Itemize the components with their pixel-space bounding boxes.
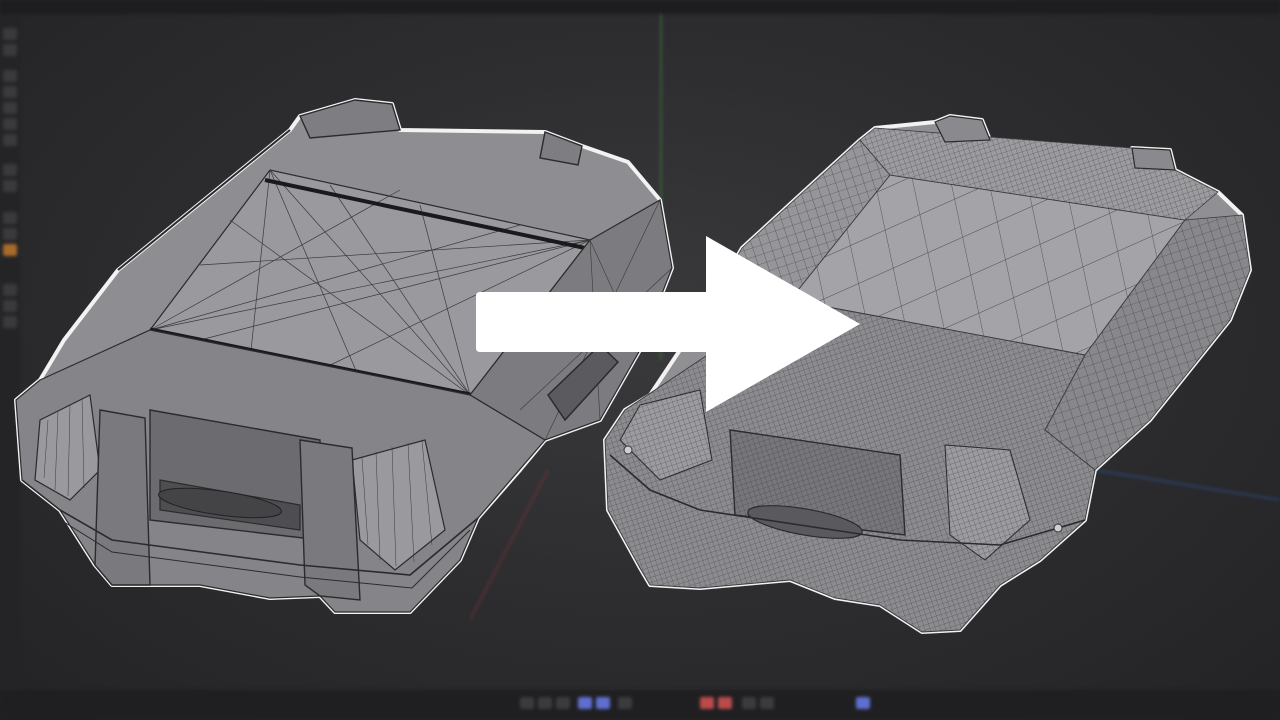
quad-topology-case-mesh <box>603 114 1252 634</box>
triangulated-case-mesh <box>14 98 674 614</box>
viewport-scene <box>14 14 1280 634</box>
z-axis-line <box>1094 469 1280 501</box>
viewport-stage <box>0 0 1280 720</box>
